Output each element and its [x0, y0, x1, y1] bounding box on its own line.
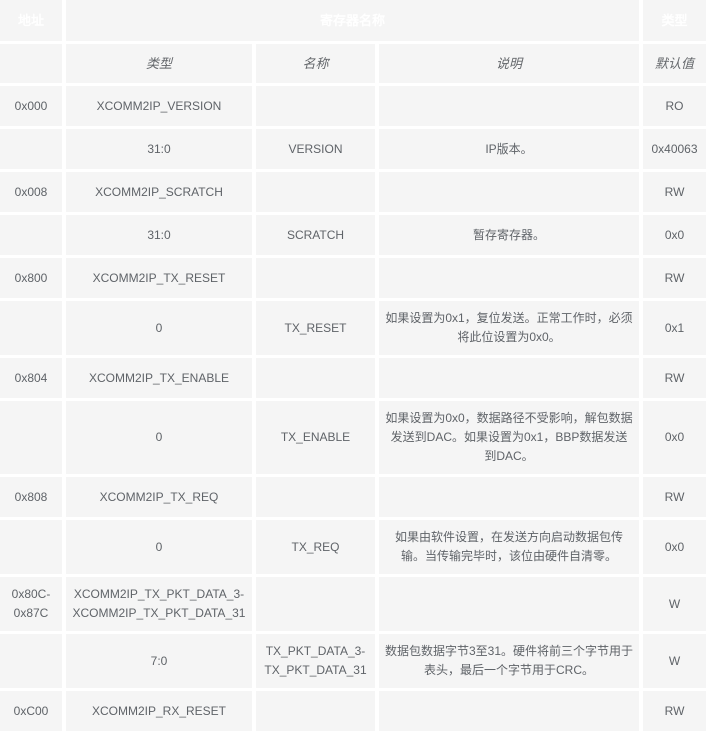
cell-bits-or-register: 0	[66, 401, 256, 477]
cell-bits-or-register: XCOMM2IP_SCRATCH	[66, 172, 256, 215]
cell-description	[379, 577, 643, 634]
table-header-row: 地址 寄存器名称 类型	[0, 0, 706, 44]
table-row: 0TX_ENABLE如果设置为0x0，数据路径不受影响，解包数据发送到DAC。如…	[0, 401, 706, 477]
cell-address	[0, 129, 66, 172]
cell-address: 0x804	[0, 358, 66, 401]
header-type: 类型	[643, 0, 706, 44]
cell-bits-or-register: XCOMM2IP_TX_PKT_DATA_3-XCOMM2IP_TX_PKT_D…	[66, 577, 256, 634]
table-row: 0x808XCOMM2IP_TX_REQ RW	[0, 477, 706, 520]
cell-bits-or-register: XCOMM2IP_RX_RESET	[66, 691, 256, 734]
cell-default: 0x0	[643, 401, 706, 477]
cell-address	[0, 301, 66, 358]
cell-name: TX_RESET	[256, 301, 379, 358]
cell-bits-or-register: XCOMM2IP_TX_ENABLE	[66, 358, 256, 401]
table-row: 0TX_RESET如果设置为0x1，复位发送。正常工作时，必须将此位设置为0x0…	[0, 301, 706, 358]
cell-bits-or-register: XCOMM2IP_VERSION	[66, 86, 256, 129]
cell-description: 暂存寄存器。	[379, 215, 643, 258]
subheader-default: 默认值	[643, 44, 706, 86]
cell-name	[256, 172, 379, 215]
cell-address	[0, 634, 66, 691]
cell-description	[379, 477, 643, 520]
cell-bits-or-register: 7:0	[66, 634, 256, 691]
table-row: 0x804XCOMM2IP_TX_ENABLE RW	[0, 358, 706, 401]
cell-default: RW	[643, 691, 706, 734]
cell-name: TX_REQ	[256, 520, 379, 577]
cell-description: 如果设置为0x1，复位发送。正常工作时，必须将此位设置为0x0。	[379, 301, 643, 358]
cell-name	[256, 577, 379, 634]
cell-bits-or-register: 31:0	[66, 129, 256, 172]
cell-default: 0x1	[643, 301, 706, 358]
cell-description: 数据包数据字节3至31。硬件将前三个字节用于表头，最后一个字节用于CRC。	[379, 634, 643, 691]
cell-name: TX_PKT_DATA_3-TX_PKT_DATA_31	[256, 634, 379, 691]
cell-bits-or-register: XCOMM2IP_TX_RESET	[66, 258, 256, 301]
table-row: 31:0VERSIONIP版本。0x40063	[0, 129, 706, 172]
table-row: 0x000XCOMM2IP_VERSION RO	[0, 86, 706, 129]
register-map-page: 地址 寄存器名称 类型 类型 名称 说明 默认值 0x000XCOMM2IP_V…	[0, 0, 706, 744]
table-row: 0x008XCOMM2IP_SCRATCH RW	[0, 172, 706, 215]
table-row: 0x800XCOMM2IP_TX_RESET RW	[0, 258, 706, 301]
cell-default: 0x0	[643, 215, 706, 258]
table-row: 7:0TX_PKT_DATA_3-TX_PKT_DATA_31数据包数据字节3至…	[0, 634, 706, 691]
cell-description	[379, 172, 643, 215]
cell-default: 0x0	[643, 520, 706, 577]
cell-description: 如果设置为0x0，数据路径不受影响，解包数据发送到DAC。如果设置为0x1，BB…	[379, 401, 643, 477]
cell-default: RW	[643, 258, 706, 301]
cell-name	[256, 258, 379, 301]
cell-description	[379, 691, 643, 734]
cell-name	[256, 358, 379, 401]
cell-address	[0, 215, 66, 258]
cell-bits-or-register: XCOMM2IP_TX_REQ	[66, 477, 256, 520]
subheader-description: 说明	[379, 44, 643, 86]
cell-default: 0x40063	[643, 129, 706, 172]
subheader-address	[0, 44, 66, 86]
cell-description: 如果由软件设置，在发送方向启动数据包传输。当传输完毕时，该位由硬件自清零。	[379, 520, 643, 577]
cell-description	[379, 358, 643, 401]
cell-bits-or-register: 0	[66, 520, 256, 577]
cell-default: W	[643, 634, 706, 691]
cell-description	[379, 258, 643, 301]
cell-address	[0, 520, 66, 577]
cell-address: 0x008	[0, 172, 66, 215]
subheader-name: 名称	[256, 44, 379, 86]
table-row: 0TX_REQ如果由软件设置，在发送方向启动数据包传输。当传输完毕时，该位由硬件…	[0, 520, 706, 577]
cell-name: VERSION	[256, 129, 379, 172]
cell-default: RW	[643, 172, 706, 215]
header-address: 地址	[0, 0, 66, 44]
cell-address: 0xC00	[0, 691, 66, 734]
cell-description: IP版本。	[379, 129, 643, 172]
cell-description	[379, 86, 643, 129]
cell-default: RW	[643, 477, 706, 520]
subheader-type: 类型	[66, 44, 256, 86]
table-subheader-row: 类型 名称 说明 默认值	[0, 44, 706, 86]
cell-address: 0x80C-0x87C	[0, 577, 66, 634]
cell-default: RO	[643, 86, 706, 129]
table-row: 31:0SCRATCH暂存寄存器。0x0	[0, 215, 706, 258]
cell-address: 0x000	[0, 86, 66, 129]
cell-address: 0x800	[0, 258, 66, 301]
cell-default: RW	[643, 358, 706, 401]
cell-bits-or-register: 31:0	[66, 215, 256, 258]
register-map-table: 地址 寄存器名称 类型 类型 名称 说明 默认值 0x000XCOMM2IP_V…	[0, 0, 706, 734]
cell-address: 0x808	[0, 477, 66, 520]
cell-bits-or-register: 0	[66, 301, 256, 358]
cell-name	[256, 86, 379, 129]
register-table-body: 0x000XCOMM2IP_VERSIONRO31:0VERSIONIP版本。0…	[0, 86, 706, 734]
cell-name	[256, 691, 379, 734]
cell-address	[0, 401, 66, 477]
cell-name: SCRATCH	[256, 215, 379, 258]
cell-name	[256, 477, 379, 520]
table-row: 0x80C-0x87CXCOMM2IP_TX_PKT_DATA_3-XCOMM2…	[0, 577, 706, 634]
cell-default: W	[643, 577, 706, 634]
cell-name: TX_ENABLE	[256, 401, 379, 477]
header-register-name: 寄存器名称	[66, 0, 643, 44]
table-row: 0xC00XCOMM2IP_RX_RESET RW	[0, 691, 706, 734]
